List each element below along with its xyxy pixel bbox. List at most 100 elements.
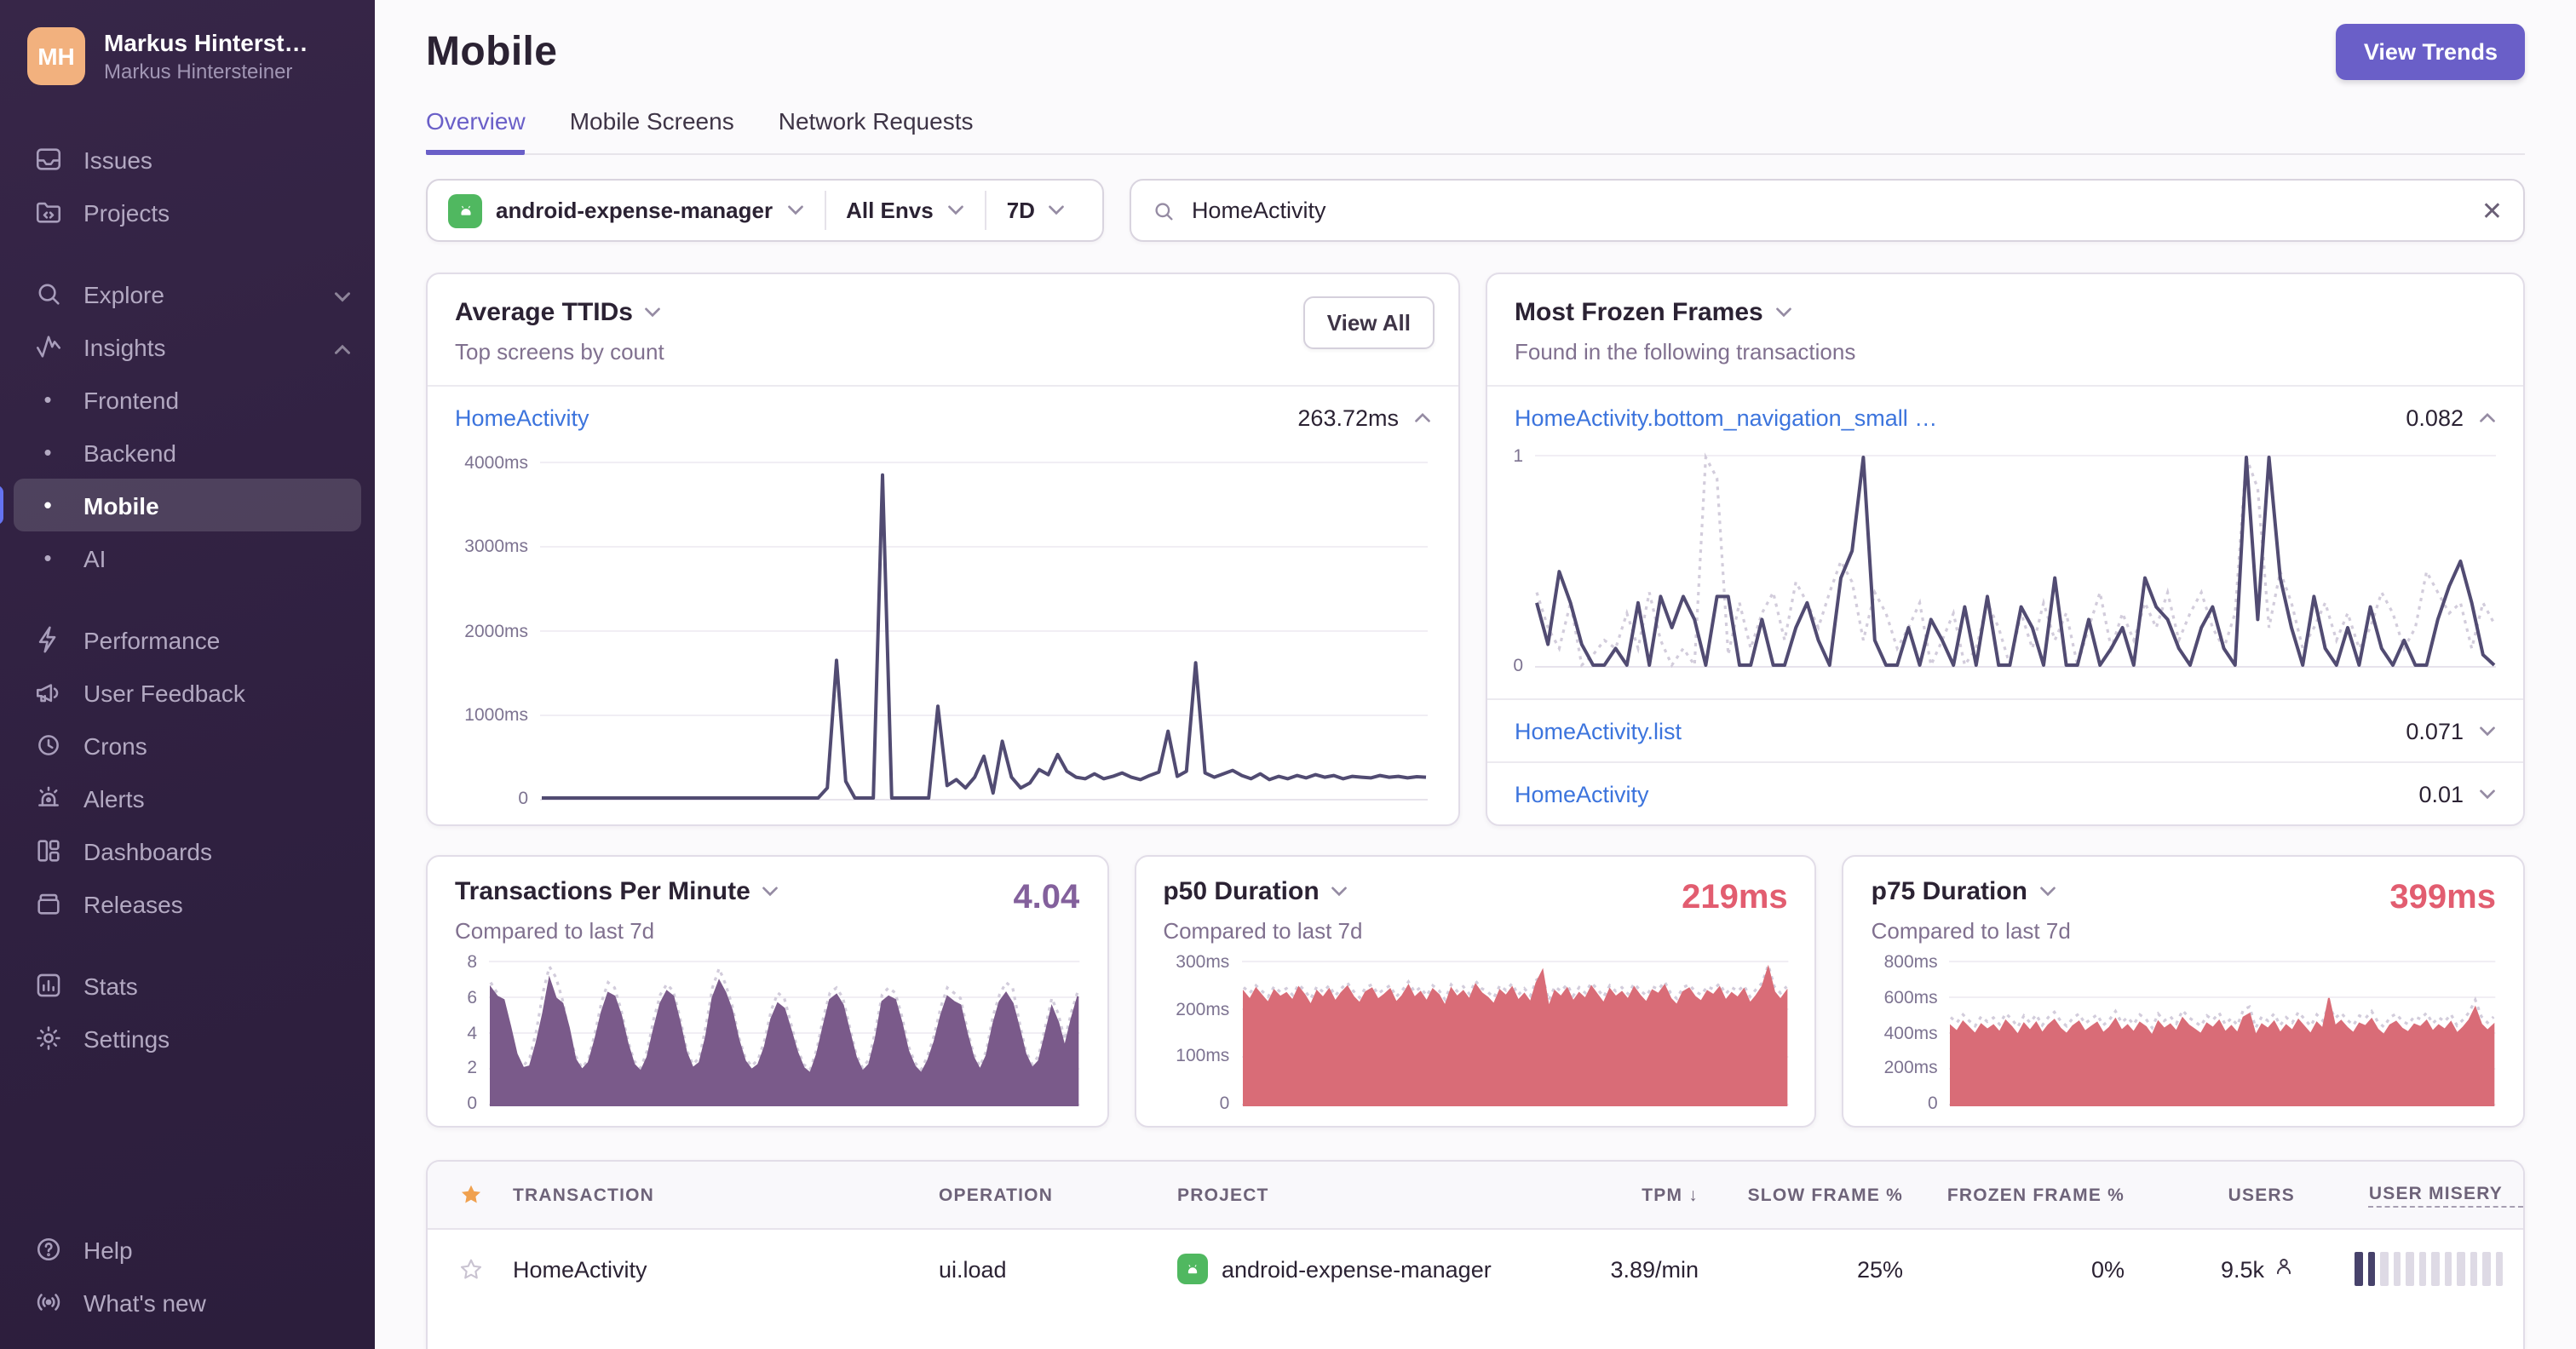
col-user-misery[interactable]: USER MISERY — [2368, 1183, 2523, 1207]
y-axis-labels: 300ms 200ms 100ms 0 — [1176, 952, 1230, 1114]
star-outline-icon[interactable] — [457, 1256, 483, 1282]
sort-desc-icon: ↓ — [1688, 1185, 1699, 1205]
gear-icon — [31, 1024, 65, 1053]
frozen-row-list[interactable]: HomeActivity.list 0.071 — [1487, 700, 2523, 761]
tpm-chart: 86420 — [455, 952, 1080, 1114]
sidebar: MH Markus Hinterst… Markus Hintersteiner… — [0, 0, 375, 1349]
table-row[interactable]: HomeActivity ui.load android-expense-man… — [428, 1230, 2523, 1308]
card-subtitle: Compared to last 7d — [1163, 918, 1363, 944]
col-transaction[interactable]: TRANSACTION — [513, 1185, 939, 1205]
tab-overview[interactable]: Overview — [426, 107, 526, 155]
chevron-down-icon — [762, 886, 779, 898]
sidebar-item-performance[interactable]: Performance — [0, 613, 375, 666]
chevron-down-icon — [1049, 204, 1066, 216]
col-slow-frame[interactable]: SLOW FRAME % — [1705, 1185, 1910, 1205]
bullet-icon: • — [43, 492, 52, 518]
environment-filter[interactable]: All Envs — [825, 181, 985, 240]
bar-chart-icon — [31, 971, 65, 1000]
app-window: MH Markus Hinterst… Markus Hintersteiner… — [0, 0, 2576, 1349]
star-icon[interactable] — [457, 1182, 483, 1208]
col-users[interactable]: USERS — [2131, 1185, 2302, 1205]
sidebar-item-dashboards[interactable]: Dashboards — [0, 824, 375, 877]
view-trends-button[interactable]: View Trends — [2336, 24, 2525, 80]
frozen-frame-cell: 0% — [2090, 1256, 2125, 1282]
p75-value: 399ms — [2389, 879, 2496, 916]
siren-icon — [31, 784, 65, 812]
sidebar-item-explore[interactable]: Explore — [0, 267, 375, 320]
search-input[interactable] — [1191, 198, 2466, 223]
p75-chart: 800ms 600ms 400ms 200ms 0 — [1872, 952, 2496, 1114]
sidebar-item-user-feedback[interactable]: User Feedback — [0, 666, 375, 719]
ttid-row-homeactivity[interactable]: HomeActivity 263.72ms — [428, 387, 1458, 448]
sidebar-item-backend[interactable]: • Backend — [0, 426, 375, 479]
archive-icon — [31, 889, 65, 918]
expand-icon[interactable] — [2479, 725, 2496, 737]
broadcast-icon — [31, 1288, 65, 1317]
collapse-icon[interactable] — [2479, 411, 2496, 423]
transactions-table: TRANSACTION OPERATION PROJECT TPM ↓ SLOW… — [426, 1160, 2525, 1349]
bullet-icon: • — [43, 545, 52, 571]
card-title[interactable]: Most Frozen Frames — [1515, 298, 2496, 327]
projects-icon — [31, 198, 65, 227]
card-subtitle: Compared to last 7d — [1871, 918, 2071, 944]
sidebar-item-frontend[interactable]: • Frontend — [0, 373, 375, 426]
sidebar-item-insights[interactable]: Insights — [0, 320, 375, 373]
tab-mobile-screens[interactable]: Mobile Screens — [570, 107, 734, 155]
frozen-row-homeactivity[interactable]: HomeActivity 0.01 — [1487, 763, 2523, 824]
main-content: Mobile View Trends Overview Mobile Scree… — [375, 0, 2576, 1349]
expand-icon[interactable] — [2479, 788, 2496, 800]
user-icon — [2273, 1255, 2295, 1283]
col-frozen-frame[interactable]: FROZEN FRAME % — [1910, 1185, 2131, 1205]
sidebar-item-whats-new[interactable]: What's new — [0, 1276, 375, 1329]
project-filter[interactable]: android-expense-manager — [448, 181, 824, 240]
col-project[interactable]: PROJECT — [1177, 1185, 1586, 1205]
clear-search-icon[interactable]: ✕ — [2481, 195, 2503, 226]
sidebar-item-releases[interactable]: Releases — [0, 877, 375, 930]
most-frozen-frames-card: Most Frozen Frames Found in the followin… — [1486, 273, 2525, 826]
clock-icon — [31, 731, 65, 760]
sidebar-item-projects[interactable]: Projects — [0, 186, 375, 238]
sidebar-item-alerts[interactable]: Alerts — [0, 772, 375, 824]
chevron-down-icon — [645, 307, 662, 319]
card-title[interactable]: Average TTIDs — [455, 298, 1431, 327]
megaphone-icon — [31, 678, 65, 707]
bullet-icon: • — [43, 387, 52, 412]
user-misery-bars — [2355, 1252, 2523, 1286]
chevron-down-icon — [2039, 886, 2056, 898]
sidebar-footer: Help What's new — [0, 1223, 375, 1329]
sidebar-item-help[interactable]: Help — [0, 1223, 375, 1276]
card-subtitle: Top screens by count — [455, 339, 664, 365]
sidebar-item-issues[interactable]: Issues — [0, 133, 375, 186]
transaction-link[interactable]: HomeActivity — [455, 405, 589, 430]
org-switcher[interactable]: MH Markus Hinterst… Markus Hintersteiner — [0, 27, 375, 85]
transaction-link[interactable]: HomeActivity — [1515, 781, 1649, 807]
card-title[interactable]: Transactions Per Minute — [455, 877, 1079, 906]
sidebar-item-ai[interactable]: • AI — [0, 531, 375, 584]
chevron-down-icon — [1775, 307, 1792, 319]
date-range-filter[interactable]: 7D — [986, 181, 1086, 240]
view-all-button[interactable]: View All — [1302, 296, 1435, 349]
collapse-icon[interactable] — [1414, 411, 1431, 423]
sidebar-item-crons[interactable]: Crons — [0, 719, 375, 772]
col-tpm[interactable]: TPM ↓ — [1586, 1185, 1705, 1205]
transaction-link[interactable]: HomeActivity.bottom_navigation_small … — [1515, 405, 1937, 430]
transaction-link[interactable]: HomeActivity — [513, 1256, 939, 1282]
user-name: Markus Hinterst… — [104, 29, 308, 56]
chevron-down-icon — [947, 204, 964, 216]
tpm-cell: 3.89/min — [1610, 1256, 1699, 1282]
sidebar-item-settings[interactable]: Settings — [0, 1012, 375, 1065]
slow-frame-cell: 25% — [1856, 1256, 1903, 1282]
issues-icon — [31, 145, 65, 174]
frozen-row-bottom-navigation[interactable]: HomeActivity.bottom_navigation_small … 0… — [1487, 387, 2523, 448]
card-subtitle: Compared to last 7d — [455, 918, 655, 944]
sidebar-item-stats[interactable]: Stats — [0, 959, 375, 1012]
p75-duration-card: p75 Duration 399ms Compared to last 7d 8… — [1842, 855, 2525, 1128]
ttid-chart: 4000ms 3000ms 2000ms 1000ms 0 — [428, 448, 1458, 824]
project-cell[interactable]: android-expense-manager — [1177, 1254, 1586, 1284]
col-operation[interactable]: OPERATION — [939, 1185, 1177, 1205]
transaction-link[interactable]: HomeActivity.list — [1515, 718, 1682, 743]
tab-network-requests[interactable]: Network Requests — [779, 107, 974, 155]
project-link[interactable]: android-expense-manager — [1222, 1256, 1492, 1282]
layout-icon — [31, 836, 65, 865]
sidebar-item-mobile[interactable]: • Mobile — [0, 479, 361, 531]
